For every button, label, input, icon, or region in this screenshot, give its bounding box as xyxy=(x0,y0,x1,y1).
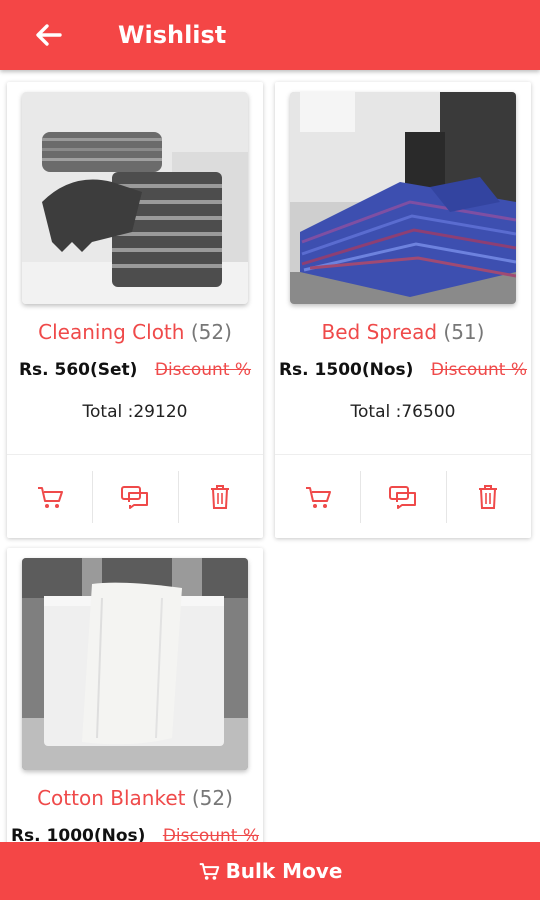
product-title[interactable]: Cotton Blanket (52) xyxy=(7,786,263,810)
product-title[interactable]: Bed Spread (51) xyxy=(275,320,531,344)
bulk-move-button[interactable]: Bulk Move xyxy=(0,842,540,900)
page-title: Wishlist xyxy=(118,21,227,49)
product-title[interactable]: Cleaning Cloth (52) xyxy=(7,320,263,344)
product-quantity: (52) xyxy=(191,786,233,810)
message-button[interactable] xyxy=(360,455,445,539)
product-price: Rs. 560(Set) xyxy=(18,360,138,380)
arrow-left-icon xyxy=(36,24,62,46)
cart-icon xyxy=(37,487,63,508)
price-row: Rs. 1500(Nos) Discount % xyxy=(275,360,531,380)
product-name[interactable]: Cotton Blanket xyxy=(37,786,185,810)
wishlist-grid: Cleaning Cloth (52) Rs. 560(Set) Discoun… xyxy=(0,70,540,845)
bulk-move-label: Bulk Move xyxy=(225,859,343,883)
cart-icon xyxy=(305,487,331,508)
product-name[interactable]: Bed Spread xyxy=(322,320,438,344)
message-button[interactable] xyxy=(92,455,177,539)
product-total: Total :29120 xyxy=(82,402,188,422)
chat-icon xyxy=(120,486,148,509)
product-price: Rs. 1500(Nos) xyxy=(278,360,414,380)
add-to-cart-button[interactable] xyxy=(275,455,360,539)
product-image[interactable] xyxy=(22,92,248,304)
product-total: Total :76500 xyxy=(350,402,456,422)
price-row: Rs. 560(Set) Discount % xyxy=(7,360,263,380)
discount-label: Discount % xyxy=(154,360,252,380)
chat-icon xyxy=(388,486,416,509)
trash-icon xyxy=(479,485,498,509)
app-bar: Wishlist xyxy=(0,0,540,70)
add-to-cart-button[interactable] xyxy=(7,455,92,539)
product-card: Cotton Blanket (52) Rs. 1000(Nos) Discou… xyxy=(7,548,263,845)
cart-icon xyxy=(199,863,219,880)
back-button[interactable] xyxy=(18,0,78,70)
delete-button[interactable] xyxy=(445,455,531,539)
product-card: Bed Spread (51) Rs. 1500(Nos) Discount %… xyxy=(275,82,531,538)
product-image[interactable] xyxy=(22,558,248,770)
product-quantity: (52) xyxy=(190,320,232,344)
discount-label: Discount % xyxy=(430,360,528,380)
product-quantity: (51) xyxy=(443,320,485,344)
delete-button[interactable] xyxy=(177,455,263,539)
card-actions xyxy=(7,454,263,539)
card-actions xyxy=(275,454,531,539)
trash-icon xyxy=(211,485,230,509)
product-name[interactable]: Cleaning Cloth xyxy=(38,320,184,344)
product-card: Cleaning Cloth (52) Rs. 560(Set) Discoun… xyxy=(7,82,263,538)
product-image[interactable] xyxy=(290,92,516,304)
